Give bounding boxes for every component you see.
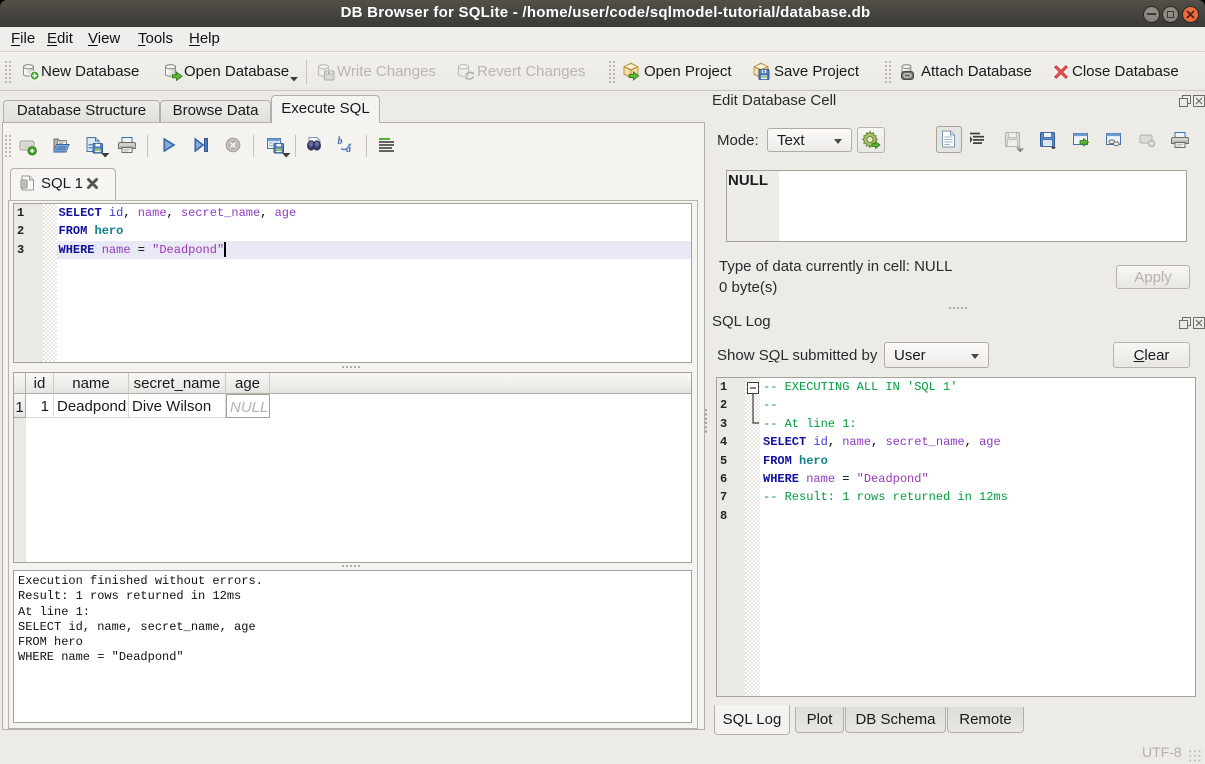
svg-text:b: b <box>338 136 343 147</box>
